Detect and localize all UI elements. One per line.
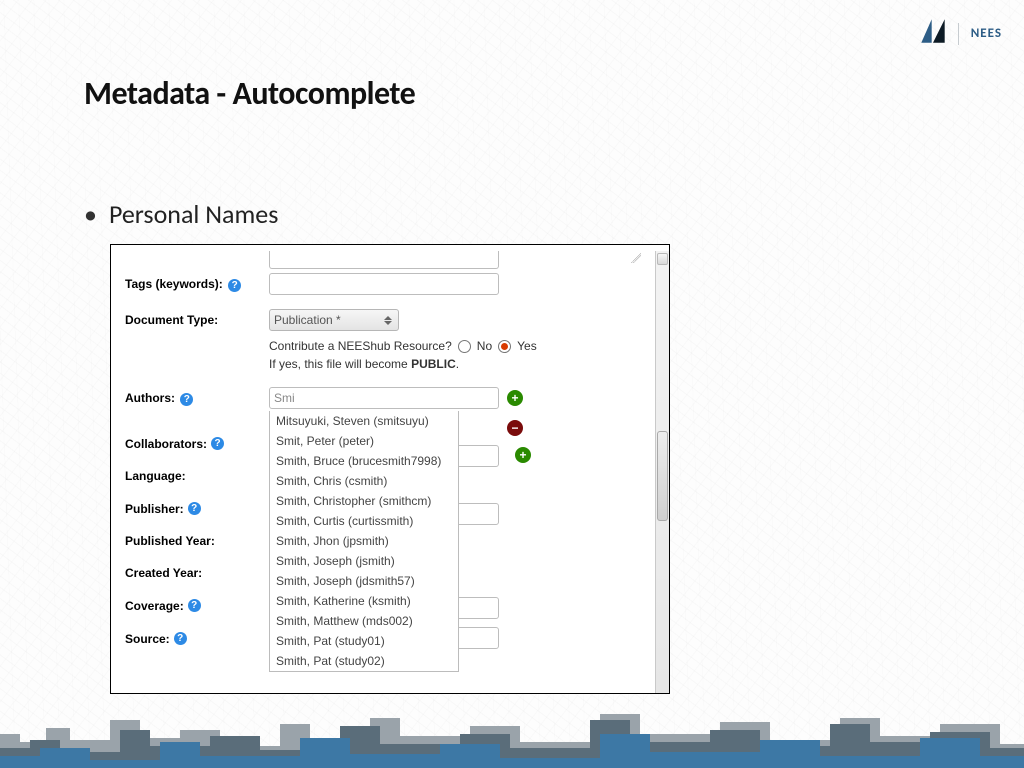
autocomplete-item[interactable]: Smith, Jhon (jpsmith) [270,531,458,551]
autocomplete-item[interactable]: Smith, Chris (csmith) [270,471,458,491]
published-year-label: Published Year: [125,535,215,547]
autocomplete-item[interactable]: Smith, Joseph (jdsmith57) [270,571,458,591]
bullet-text: Personal Names [109,198,278,230]
scrollbar-thumb[interactable] [657,431,668,521]
autocomplete-item[interactable]: Smith, Bruce (brucesmith7998) [270,451,458,471]
contribute-yes-label: Yes [517,339,537,353]
coverage-label: Coverage: [125,600,184,612]
app-screenshot-panel: Tags (keywords): ? Document Type: Public… [110,244,670,694]
help-icon[interactable]: ? [188,502,201,515]
add-collaborator-button[interactable]: + [515,447,531,463]
contribute-note: If yes, this file will become [269,357,411,371]
autocomplete-item[interactable]: Smith, Pat (study02) [270,651,458,671]
add-author-button[interactable]: + [507,390,523,406]
authors-input[interactable] [269,387,499,409]
brand-text: NEES [971,26,1002,41]
brand-divider [958,23,959,45]
created-year-label: Created Year: [125,567,202,579]
skyline-footer [0,690,1024,768]
help-icon[interactable]: ? [228,279,241,292]
language-label: Language: [125,470,186,482]
help-icon[interactable]: ? [180,393,193,406]
autocomplete-item[interactable]: Smith, Matthew (mds002) [270,611,458,631]
source-label: Source: [125,633,170,645]
bullet-icon: • [84,198,97,230]
authors-autocomplete-dropdown[interactable]: Mitsuyuki, Steven (smitsuyu) Smit, Peter… [269,411,459,672]
panel-scrollbar[interactable] [655,251,669,693]
help-icon[interactable]: ? [188,599,201,612]
autocomplete-item[interactable]: Smit, Peter (peter) [270,431,458,451]
document-type-value: Publication * [274,313,341,327]
publisher-label: Publisher: [125,503,184,515]
autocomplete-item[interactable]: Smith, Pat (study01) [270,631,458,651]
autocomplete-item[interactable]: Mitsuyuki, Steven (smitsuyu) [270,411,458,431]
bullet-personal-names: • Personal Names [84,198,278,230]
contribute-question: Contribute a NEEShub Resource? [269,339,452,353]
tags-input[interactable] [269,273,499,295]
autocomplete-item[interactable]: Smith, Katherine (ksmith) [270,591,458,611]
page-title: Metadata - Autocomplete [84,74,415,113]
contribute-radio-yes[interactable] [498,340,511,353]
autocomplete-item[interactable]: Smith, Christopher (smithcm) [270,491,458,511]
branding: NEES [920,18,1002,49]
spinner-icon [384,316,394,325]
contribute-no-label: No [477,339,492,353]
tags-label: Tags (keywords): ? [125,277,269,292]
contribute-radio-no[interactable] [458,340,471,353]
help-icon[interactable]: ? [211,437,224,450]
contribute-note-public: PUBLIC [411,357,456,371]
document-type-select[interactable]: Publication * [269,309,399,331]
autocomplete-item[interactable]: Smith, Curtis (curtissmith) [270,511,458,531]
nees-logo-icon [920,18,946,49]
help-icon[interactable]: ? [174,632,187,645]
authors-label: Authors: ? [125,391,269,406]
collaborators-label: Collaborators: [125,438,207,450]
remove-author-button[interactable]: − [507,420,523,436]
autocomplete-item[interactable]: Smith, Joseph (jsmith) [270,551,458,571]
document-type-label: Document Type: [125,313,269,327]
